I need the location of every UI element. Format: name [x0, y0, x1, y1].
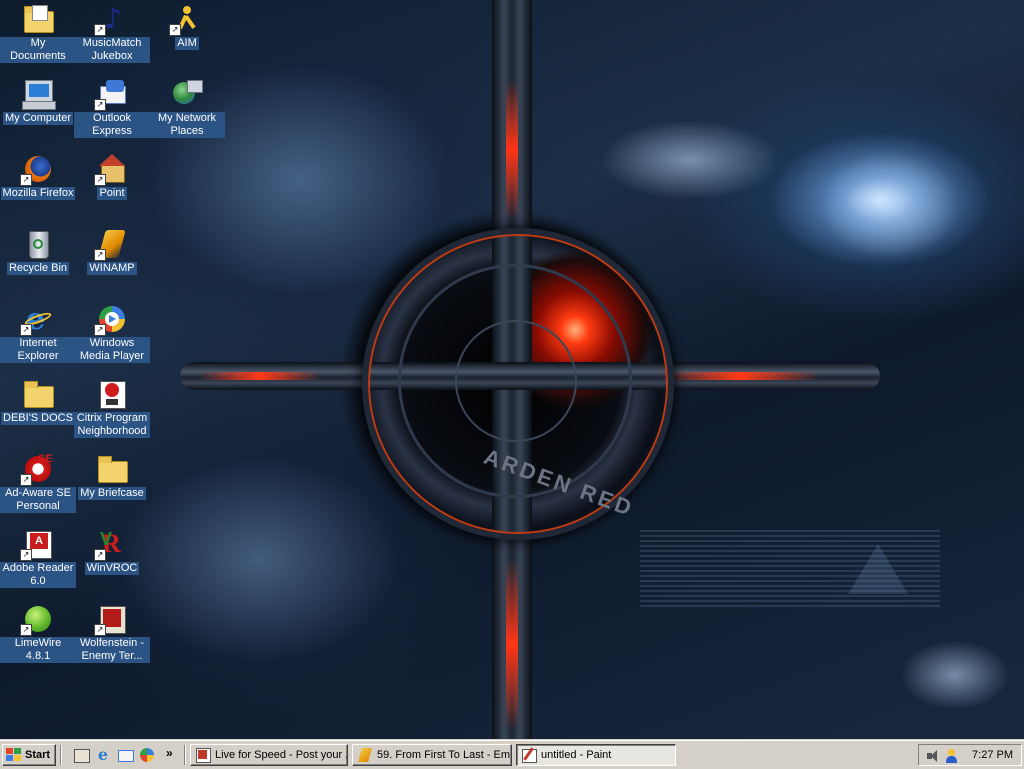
desktop-icon-recycle-bin[interactable]: Recycle Bin	[0, 228, 76, 275]
desktop-icon-label: Citrix Program Neighborhood	[74, 412, 150, 438]
taskbar-button-winamp[interactable]: 59. From First To Last - Em...	[352, 744, 512, 766]
desktop-icon-label: Adobe Reader 6.0	[0, 562, 76, 588]
winvroc-icon: R V ↗	[94, 528, 128, 561]
desktop-icon-label: My Briefcase	[78, 487, 146, 500]
desktop-icon-musicmatch[interactable]: ♪ ↗ MusicMatch Jukebox	[74, 3, 150, 63]
desktop-icon-label: Windows Media Player	[74, 337, 150, 363]
limewire-icon: ↗	[20, 603, 54, 636]
wallpaper-highlight	[820, 150, 960, 260]
my-computer-icon	[22, 78, 56, 110]
network-places-icon	[171, 78, 203, 110]
desktop-icon-limewire[interactable]: ↗ LimeWire 4.8.1	[0, 603, 76, 663]
wallpaper-highlight	[600, 120, 780, 200]
desktop-icon-my-briefcase[interactable]: My Briefcase	[74, 453, 150, 500]
taskbar-separator	[60, 745, 62, 765]
desktop-icon-my-computer[interactable]: My Computer	[0, 78, 76, 125]
desktop-icon-label: WinVROC	[84, 562, 140, 575]
messenger-icon[interactable]	[943, 748, 959, 764]
volume-icon[interactable]	[925, 748, 941, 764]
recycle-bin-icon	[22, 228, 54, 260]
quick-launch-more-button[interactable]: »	[166, 746, 173, 760]
desktop-icon-label: Ad-Aware SE Personal	[0, 487, 76, 513]
clock[interactable]: 7:27 PM	[972, 749, 1013, 761]
desktop-icon-label: My Computer	[2, 112, 74, 125]
outlook-express-icon: ↗	[94, 78, 128, 111]
desktop-icon-label: Recycle Bin	[6, 262, 70, 275]
media-player-quicklaunch-icon[interactable]	[138, 746, 156, 764]
show-desktop-icon[interactable]	[72, 746, 90, 764]
system-tray: 7:27 PM	[918, 744, 1022, 766]
adobe-reader-icon: A ↗	[20, 528, 54, 561]
task-label: 59. From First To Last - Em...	[377, 749, 512, 761]
browser-icon	[195, 747, 211, 763]
taskbar-button-live-for-speed[interactable]: Live for Speed - Post your ...	[190, 744, 348, 766]
taskbar: Start e » Live for Speed - Post your ...…	[0, 740, 1024, 769]
internet-explorer-quicklaunch-icon[interactable]: e	[94, 746, 112, 764]
internet-explorer-icon: e ↗	[20, 303, 54, 336]
desktop-icon-my-documents[interactable]: My Documents	[0, 3, 76, 63]
desktop-icon-my-network-places[interactable]: My Network Places	[149, 78, 225, 138]
briefcase-icon	[96, 453, 128, 485]
desktop-icon-ad-aware[interactable]: SE ↗ Ad-Aware SE Personal	[0, 453, 76, 513]
desktop-icon-debis-docs[interactable]: DEBI'S DOCS	[0, 378, 76, 425]
my-documents-icon	[22, 3, 54, 35]
aim-icon: ↗	[169, 3, 203, 36]
desktop-icon-adobe-reader[interactable]: A ↗ Adobe Reader 6.0	[0, 528, 76, 588]
start-label: Start	[25, 749, 51, 761]
desktop-icon-internet-explorer[interactable]: e ↗ Internet Explorer	[0, 303, 76, 363]
ad-aware-icon: SE ↗	[20, 453, 54, 486]
musicmatch-icon: ♪ ↗	[94, 3, 128, 36]
point-icon: ↗	[94, 153, 128, 186]
media-player-icon: ↗	[94, 303, 128, 336]
desktop-icon-windows-media-player[interactable]: ↗ Windows Media Player	[74, 303, 150, 363]
desktop-icon-wolfenstein[interactable]: ↗ Wolfenstein - Enemy Ter...	[74, 603, 150, 663]
desktop-icon-label: Outlook Express	[74, 112, 150, 138]
desktop-icon-point[interactable]: ↗ Point	[74, 153, 150, 200]
desktop-icon-winamp[interactable]: ↗ WINAMP	[74, 228, 150, 275]
folder-icon	[22, 378, 54, 410]
task-label: untitled - Paint	[541, 749, 612, 761]
wolfenstein-icon: ↗	[94, 603, 128, 636]
desktop-icon-label: LimeWire 4.8.1	[0, 637, 76, 663]
winamp-icon: ↗	[94, 228, 128, 261]
desktop-icon-label: Point	[97, 187, 127, 200]
desktop-icon-label: AIM	[175, 37, 199, 50]
desktop-icon-aim[interactable]: ↗ AIM	[149, 3, 225, 50]
desktop-icon-label: DEBI'S DOCS	[1, 412, 75, 425]
citrix-icon	[96, 378, 128, 410]
paint-icon	[521, 747, 537, 763]
desktop-icon-citrix[interactable]: Citrix Program Neighborhood	[74, 378, 150, 438]
desktop-icon-winvroc[interactable]: R V ↗ WinVROC	[74, 528, 150, 575]
winamp-icon	[357, 747, 373, 763]
windows-logo-icon	[6, 748, 22, 762]
wallpaper-triangle	[848, 544, 908, 594]
outlook-quicklaunch-icon[interactable]	[116, 746, 134, 764]
taskbar-button-paint[interactable]: untitled - Paint	[516, 744, 676, 766]
start-button[interactable]: Start	[2, 744, 56, 766]
desktop-icon-mozilla-firefox[interactable]: ↗ Mozilla Firefox	[0, 153, 76, 200]
desktop-icon-label: Mozilla Firefox	[0, 187, 76, 200]
wallpaper-highlight	[900, 640, 1010, 710]
firefox-icon: ↗	[20, 153, 54, 186]
taskbar-separator	[184, 745, 186, 765]
desktop-icon-label: MusicMatch Jukebox	[74, 37, 150, 63]
task-label: Live for Speed - Post your ...	[215, 749, 348, 761]
desktop-icon-outlook-express[interactable]: ↗ Outlook Express	[74, 78, 150, 138]
desktop-icon-label: Internet Explorer	[0, 337, 76, 363]
wallpaper-inner-ring	[455, 320, 577, 442]
desktop-icon-label: WINAMP	[87, 262, 137, 275]
desktop-icon-label: My Documents	[0, 37, 76, 63]
desktop-icon-label: My Network Places	[149, 112, 225, 138]
desktop-icon-label: Wolfenstein - Enemy Ter...	[74, 637, 150, 663]
